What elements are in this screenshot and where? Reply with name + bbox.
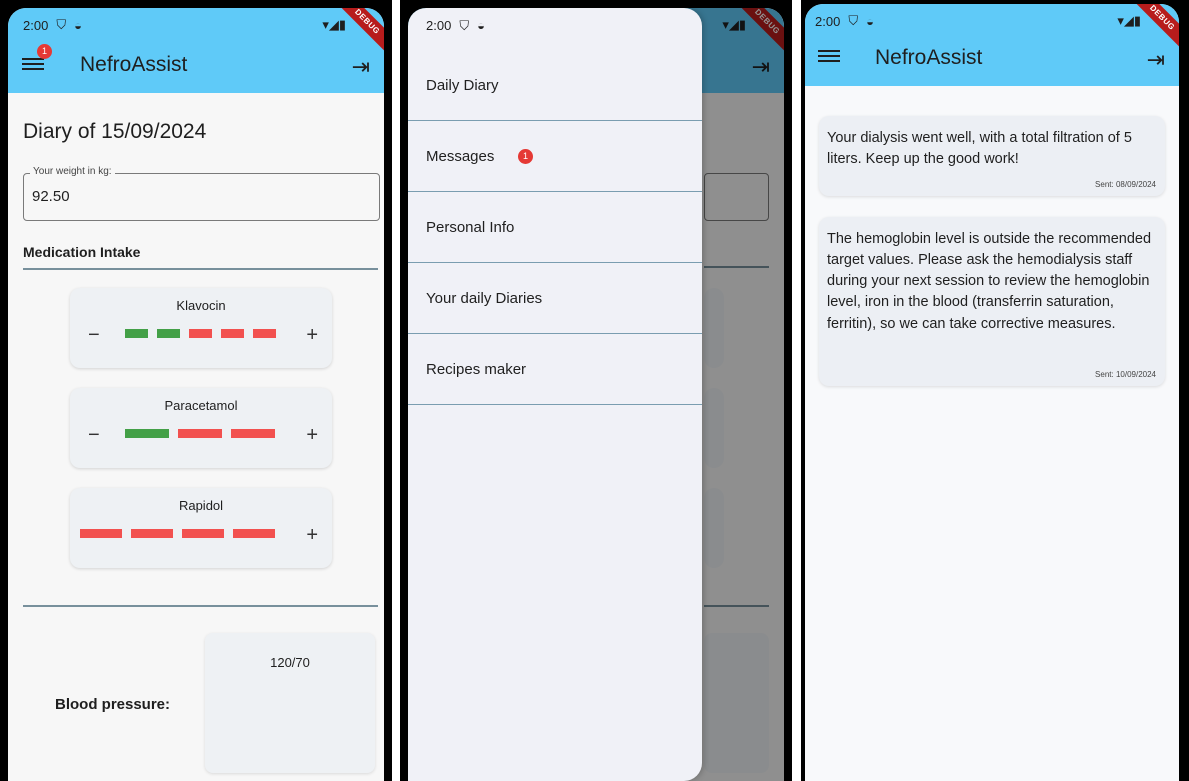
decrease-button[interactable]: − [88, 424, 100, 447]
message-card: Your dialysis went well, with a total fi… [819, 116, 1165, 196]
app-title: NefroAssist [80, 53, 188, 76]
weight-field[interactable]: Your weight in kg: 92.50 [23, 166, 380, 221]
blood-pressure-value: 120/70 [270, 655, 310, 670]
app-bar: 2:00 ⛉ ◒ ▾◢▮ DEBUG 1 NefroAssist ⇥ [8, 8, 384, 93]
status-time: 2:00 [23, 17, 49, 33]
dose-bar-taken [125, 429, 169, 438]
section-divider [23, 605, 378, 607]
dose-bar-pending [182, 529, 224, 538]
blood-pressure-card[interactable]: 120/70 [205, 633, 375, 773]
message-text: Your dialysis went well, with a total fi… [827, 130, 1132, 168]
dose-bars [80, 529, 275, 538]
dose-bar-pending [131, 529, 173, 538]
logout-icon[interactable]: ⇥ [352, 54, 370, 80]
medication-section-title: Medication Intake [23, 244, 378, 270]
medication-card-klavocin: Klavocin − + [70, 288, 332, 368]
increase-button[interactable]: + [306, 424, 318, 447]
medication-card-paracetamol: Paracetamol − + [70, 388, 332, 468]
increase-button[interactable]: + [306, 324, 318, 347]
messages-content: 2:00 ⛉ ◒ ▾◢▮ DEBUG NefroAssist ⇥ Your di… [805, 4, 1179, 781]
signal-icon: ▾◢▮ [1117, 13, 1141, 28]
dose-bar-pending [233, 529, 275, 538]
diary-screen: 2:00 ⛉ ◒ ▾◢▮ DEBUG 1 NefroAssist ⇥ Diary… [0, 0, 392, 781]
weight-value[interactable]: 92.50 [32, 188, 70, 205]
shield-icon: ⛉ [459, 18, 470, 33]
drawer-item-recipes-maker[interactable]: Recipes maker [408, 334, 702, 405]
dose-bar-pending [231, 429, 275, 438]
shield-icon: ⛉ [56, 17, 67, 32]
notification-badge: 1 [37, 44, 52, 59]
drawer-item-daily-diary[interactable]: Daily Diary [408, 50, 702, 121]
mug-icon: ◒ [477, 18, 485, 33]
decrease-button[interactable]: − [88, 324, 100, 347]
dose-bar-pending [80, 529, 122, 538]
dose-bar-taken [125, 329, 148, 338]
menu-icon[interactable] [818, 47, 840, 65]
dose-bar-pending [178, 429, 222, 438]
dose-bar-pending [221, 329, 244, 338]
dose-bars [125, 429, 275, 438]
drawer-item-label: Daily Diary [426, 77, 499, 94]
app-title: NefroAssist [875, 46, 983, 69]
page-title: Diary of 15/09/2024 [23, 120, 207, 143]
shield-icon: ⛉ [848, 13, 859, 28]
drawer-item-label: Messages [426, 148, 495, 165]
drawer-item-label: Recipes maker [426, 361, 527, 378]
message-text: The hemoglobin level is outside the reco… [827, 231, 1152, 332]
drawer-item-personal-info[interactable]: Personal Info [408, 192, 702, 263]
dose-bar-pending [253, 329, 276, 338]
status-time: 2:00 [426, 18, 452, 33]
medication-name: Paracetamol [164, 398, 238, 413]
weight-field-label: Your weight in kg: [30, 166, 115, 177]
status-bar: 2:00 ⛉ ◒ [23, 17, 82, 33]
signal-icon: ▾◢▮ [322, 17, 346, 32]
status-time: 2:00 [815, 13, 841, 29]
logout-icon[interactable]: ⇥ [1147, 47, 1165, 73]
diary-content: 2:00 ⛉ ◒ ▾◢▮ DEBUG 1 NefroAssist ⇥ Diary… [8, 8, 384, 781]
increase-button[interactable]: + [306, 524, 318, 547]
status-bar: 2:00 ⛉ ◒ [815, 13, 874, 29]
dose-bars [125, 329, 276, 338]
drawer-background: ▾◢▮ DEBUG ⇥ 2:00 ⛉ ◒ Daily Diary Message… [408, 8, 784, 781]
message-sent-date: Sent: 08/09/2024 [1095, 180, 1156, 189]
dose-bar-pending [189, 329, 212, 338]
mug-icon: ◒ [866, 13, 874, 29]
drawer-item-label: Personal Info [426, 219, 515, 236]
medication-name: Rapidol [178, 498, 224, 513]
mug-icon: ◒ [74, 17, 82, 33]
medication-card-rapidol: Rapidol + [70, 488, 332, 568]
medication-name: Klavocin [176, 298, 226, 313]
messages-badge: 1 [518, 149, 533, 164]
status-bar: 2:00 ⛉ ◒ [426, 18, 485, 34]
blood-pressure-label: Blood pressure: [55, 696, 171, 713]
drawer-item-messages[interactable]: Messages 1 [408, 121, 702, 192]
message-sent-date: Sent: 10/09/2024 [1095, 370, 1156, 379]
app-bar: 2:00 ⛉ ◒ ▾◢▮ DEBUG NefroAssist ⇥ [805, 4, 1179, 86]
dose-bar-taken [157, 329, 180, 338]
navigation-drawer: 2:00 ⛉ ◒ Daily Diary Messages 1 Personal… [408, 8, 702, 781]
drawer-item-daily-diaries[interactable]: Your daily Diaries [408, 263, 702, 334]
drawer-screen: ▾◢▮ DEBUG ⇥ 2:00 ⛉ ◒ Daily Diary Message… [400, 0, 792, 781]
message-card: The hemoglobin level is outside the reco… [819, 217, 1165, 386]
drawer-item-label: Your daily Diaries [426, 290, 543, 307]
messages-screen: 2:00 ⛉ ◒ ▾◢▮ DEBUG NefroAssist ⇥ Your di… [801, 0, 1189, 781]
